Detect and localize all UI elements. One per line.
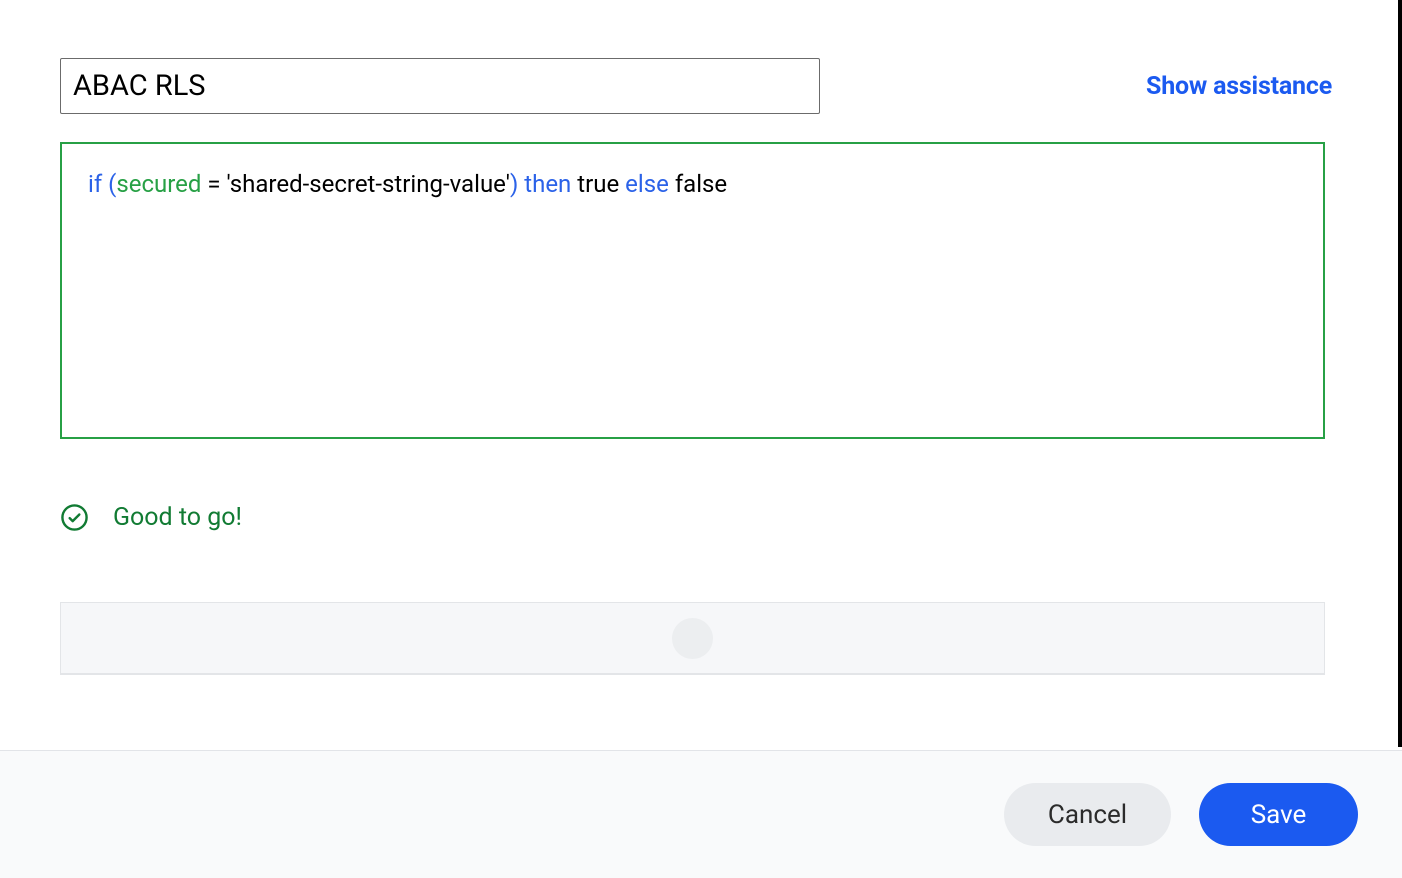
- show-assistance-link[interactable]: Show assistance: [1146, 72, 1332, 101]
- token-else: else: [625, 170, 669, 198]
- cancel-button[interactable]: Cancel: [1004, 783, 1171, 846]
- token-eq: =: [207, 170, 220, 198]
- right-border: [1398, 0, 1402, 747]
- status-text: Good to go!: [113, 503, 242, 532]
- token-true: true: [577, 170, 619, 198]
- header-row: Show assistance: [60, 58, 1342, 114]
- token-then: then: [524, 170, 571, 198]
- footer: Cancel Save: [0, 750, 1402, 878]
- token-if: if: [88, 170, 102, 198]
- loading-indicator-icon: [672, 618, 713, 659]
- name-input[interactable]: [60, 58, 820, 114]
- token-string: 'shared-secret-string-value': [227, 170, 510, 198]
- code-editor[interactable]: if (secured = 'shared-secret-string-valu…: [60, 142, 1325, 439]
- save-button[interactable]: Save: [1199, 783, 1358, 846]
- check-circle-icon: [60, 503, 89, 532]
- token-false: false: [675, 170, 727, 198]
- token-field: secured: [116, 170, 201, 198]
- preview-panel: [60, 602, 1325, 675]
- content-area: Show assistance if (secured = 'shared-se…: [0, 0, 1402, 675]
- status-row: Good to go!: [60, 503, 1342, 532]
